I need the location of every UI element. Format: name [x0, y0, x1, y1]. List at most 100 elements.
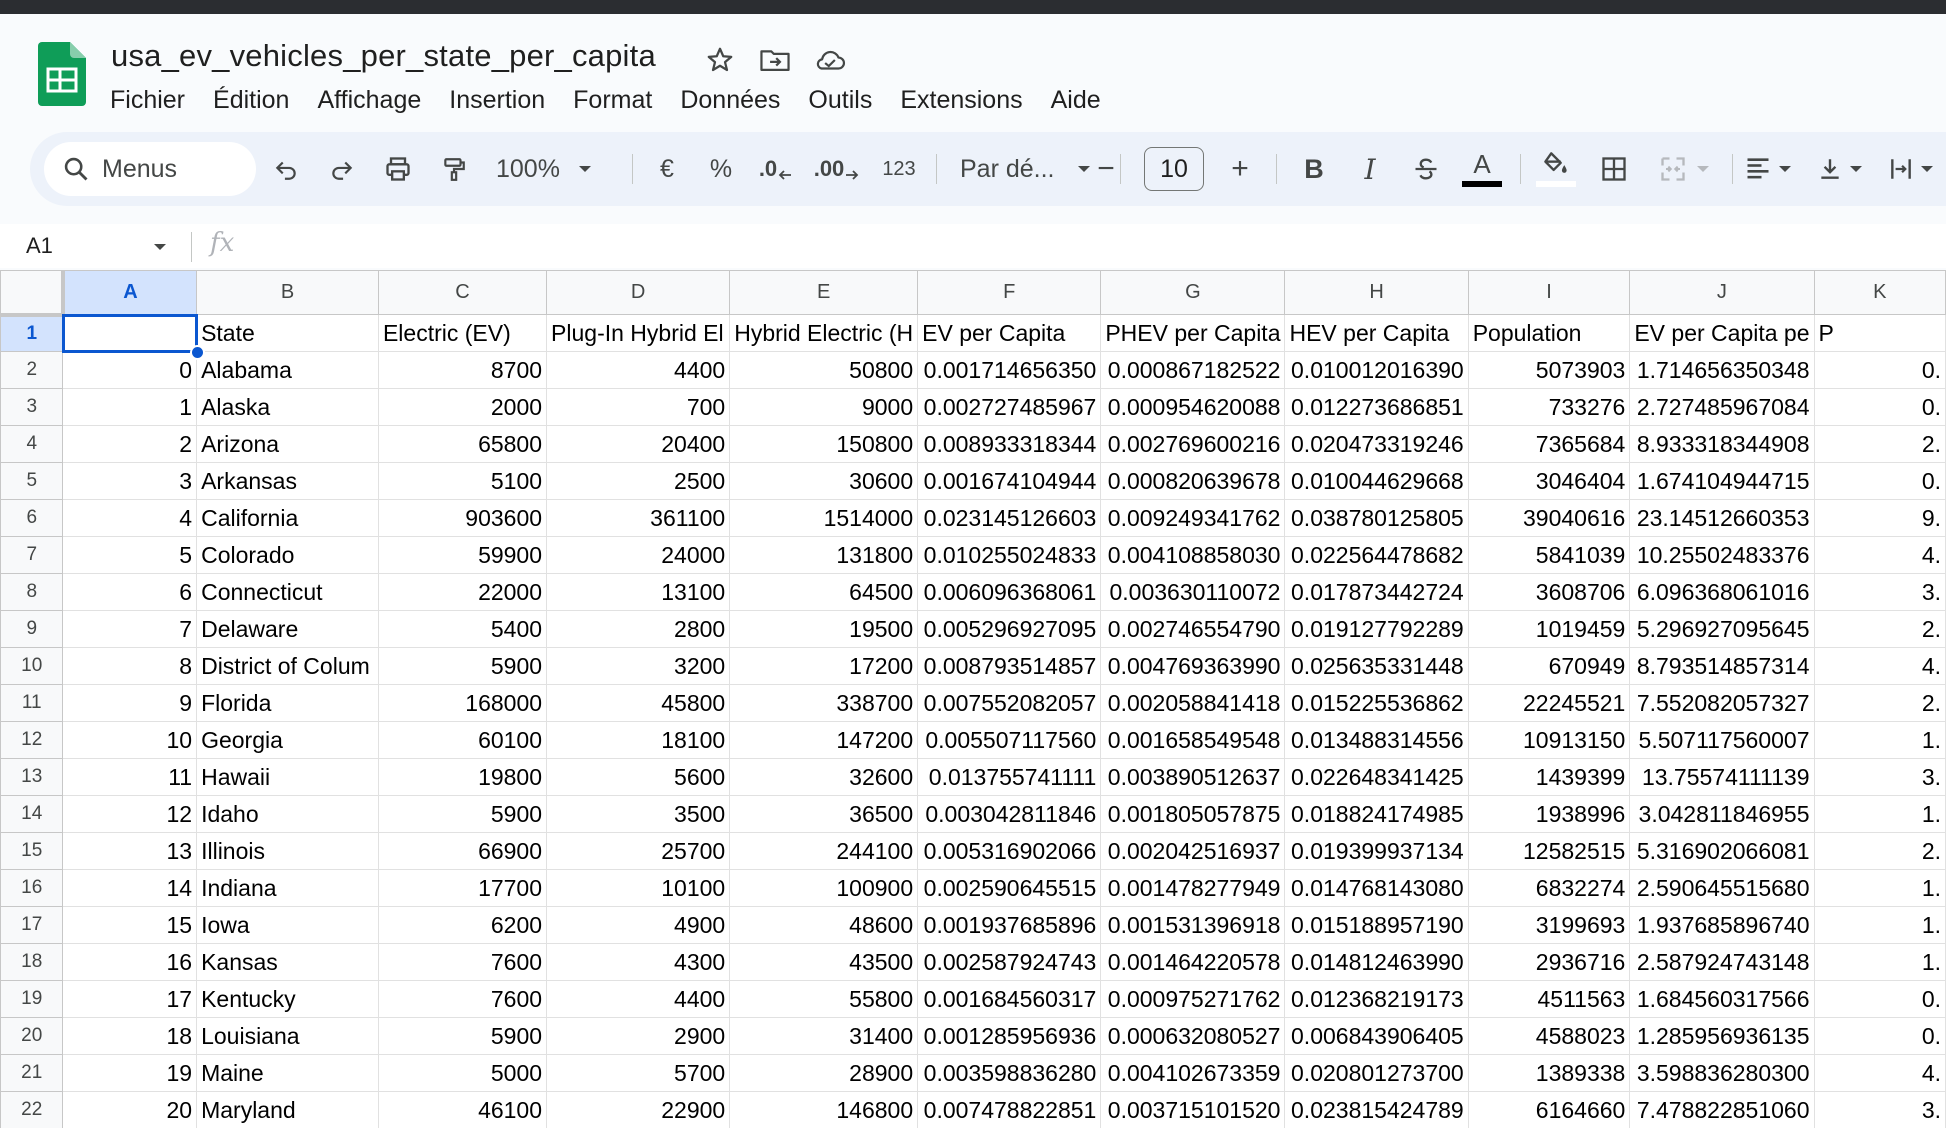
data-cell[interactable]: 4400	[546, 351, 731, 389]
data-cell[interactable]: 1.	[1813, 906, 1946, 944]
row-header[interactable]: 2	[0, 351, 64, 389]
data-cell[interactable]: 1.285956936135	[1629, 1017, 1815, 1055]
data-cell[interactable]: 1439399	[1467, 758, 1631, 796]
data-cell[interactable]: 3.042811846955	[1629, 795, 1815, 833]
data-cell[interactable]: 0.001531396918	[1100, 906, 1286, 944]
column-header[interactable]: J	[1629, 270, 1815, 315]
data-cell[interactable]: 0.000867182522	[1100, 351, 1286, 389]
data-cell[interactable]: 5100	[377, 462, 548, 500]
data-cell[interactable]: 1.674104944715	[1629, 462, 1815, 500]
star-icon[interactable]	[702, 42, 738, 78]
data-cell[interactable]: 6	[62, 573, 198, 611]
currency-format-button[interactable]: €	[642, 132, 692, 206]
data-cell[interactable]: 0.002590645515	[917, 869, 1102, 907]
row-header[interactable]: 20	[0, 1017, 64, 1055]
data-cell[interactable]: 0.008793514857	[917, 647, 1102, 685]
data-cell[interactable]: 0.014812463990	[1284, 943, 1469, 981]
menu-insert[interactable]: Insertion	[435, 82, 559, 119]
row-header[interactable]: 3	[0, 388, 64, 426]
data-cell[interactable]: 8700	[377, 351, 548, 389]
menu-format[interactable]: Format	[559, 82, 666, 119]
data-cell[interactable]: 7	[62, 610, 198, 648]
data-cell[interactable]: 4.	[1813, 1054, 1946, 1092]
data-cell[interactable]: 670949	[1467, 647, 1631, 685]
data-cell[interactable]: 0.002042516937	[1100, 832, 1286, 870]
data-cell[interactable]: Louisiana	[196, 1017, 379, 1055]
column-header[interactable]: K	[1813, 270, 1946, 315]
data-cell[interactable]: Idaho	[196, 795, 379, 833]
data-cell[interactable]: 0.001684560317	[917, 980, 1102, 1018]
header-cell[interactable]: Hybrid Electric (H	[729, 314, 919, 352]
column-header[interactable]: G	[1100, 270, 1286, 315]
data-cell[interactable]: 13	[62, 832, 198, 870]
data-cell[interactable]: 168000	[377, 684, 548, 722]
data-cell[interactable]: 2.727485967084	[1629, 388, 1815, 426]
data-cell[interactable]: 2000	[377, 388, 548, 426]
data-cell[interactable]: 15	[62, 906, 198, 944]
data-cell[interactable]: 25700	[546, 832, 731, 870]
data-cell[interactable]: 0.	[1813, 462, 1946, 500]
data-cell[interactable]: 903600	[377, 499, 548, 537]
data-cell[interactable]: 5.296927095645	[1629, 610, 1815, 648]
data-cell[interactable]: 3608706	[1467, 573, 1631, 611]
data-cell[interactable]: 0.003890512637	[1100, 758, 1286, 796]
data-cell[interactable]: 64500	[729, 573, 919, 611]
column-header[interactable]: C	[377, 270, 548, 315]
print-icon[interactable]	[370, 132, 426, 206]
column-header[interactable]: A	[62, 270, 198, 315]
horizontal-align-icon[interactable]	[1736, 132, 1800, 206]
more-formats-button[interactable]: 123	[870, 132, 928, 206]
data-cell[interactable]: 0.	[1813, 980, 1946, 1018]
data-cell[interactable]: 0.001658549548	[1100, 721, 1286, 759]
borders-icon[interactable]	[1586, 132, 1642, 206]
data-cell[interactable]: 0.012273686851	[1284, 388, 1469, 426]
data-cell[interactable]: 0.001464220578	[1100, 943, 1286, 981]
data-cell[interactable]: 2800	[546, 610, 731, 648]
data-cell[interactable]: 17	[62, 980, 198, 1018]
selection-fill-handle[interactable]	[189, 344, 205, 360]
data-cell[interactable]: 19	[62, 1054, 198, 1092]
data-cell[interactable]: 3200	[546, 647, 731, 685]
data-cell[interactable]: 0.023145126603	[917, 499, 1102, 537]
data-cell[interactable]: 17200	[729, 647, 919, 685]
decrease-font-size-button[interactable]: −	[1078, 132, 1134, 206]
menu-help[interactable]: Aide	[1037, 82, 1115, 119]
sheets-logo-icon[interactable]	[38, 42, 86, 106]
data-cell[interactable]: 0.019399937134	[1284, 832, 1469, 870]
data-cell[interactable]: 13.75574111139	[1629, 758, 1815, 796]
data-cell[interactable]: 0.002058841418	[1100, 684, 1286, 722]
data-cell[interactable]: 10.25502483376	[1629, 536, 1815, 574]
data-cell[interactable]: Illinois	[196, 832, 379, 870]
header-cell[interactable]: EV per Capita pe	[1629, 314, 1815, 352]
data-cell[interactable]: 11	[62, 758, 198, 796]
data-cell[interactable]: 2.590645515680	[1629, 869, 1815, 907]
data-cell[interactable]: 0.005507117560	[917, 721, 1102, 759]
bold-button[interactable]: B	[1286, 132, 1342, 206]
data-cell[interactable]: Connecticut	[196, 573, 379, 611]
header-cell[interactable]: P	[1813, 314, 1946, 352]
data-cell[interactable]: 5700	[546, 1054, 731, 1092]
data-cell[interactable]: 0.001478277949	[1100, 869, 1286, 907]
data-cell[interactable]: 0.007478822851	[917, 1091, 1102, 1128]
formula-input[interactable]	[260, 224, 1940, 268]
data-cell[interactable]: 2.	[1813, 684, 1946, 722]
data-cell[interactable]: 30600	[729, 462, 919, 500]
data-cell[interactable]: 5	[62, 536, 198, 574]
data-cell[interactable]: 1.	[1813, 943, 1946, 981]
data-cell[interactable]: 10913150	[1467, 721, 1631, 759]
column-header[interactable]: H	[1284, 270, 1469, 315]
row-header[interactable]: 13	[0, 758, 64, 796]
data-cell[interactable]: 31400	[729, 1017, 919, 1055]
data-cell[interactable]: 0.003598836280	[917, 1054, 1102, 1092]
column-header[interactable]: B	[196, 270, 379, 315]
data-cell[interactable]: 6832274	[1467, 869, 1631, 907]
data-cell[interactable]: 0.004108858030	[1100, 536, 1286, 574]
data-cell[interactable]: 18100	[546, 721, 731, 759]
data-cell[interactable]: 2.	[1813, 832, 1946, 870]
data-cell[interactable]: 1938996	[1467, 795, 1631, 833]
data-cell[interactable]: 55800	[729, 980, 919, 1018]
data-cell[interactable]: 0.022564478682	[1284, 536, 1469, 574]
data-cell[interactable]: 0.008933318344	[917, 425, 1102, 463]
data-cell[interactable]: 19500	[729, 610, 919, 648]
header-cell[interactable]: Plug-In Hybrid El	[546, 314, 731, 352]
